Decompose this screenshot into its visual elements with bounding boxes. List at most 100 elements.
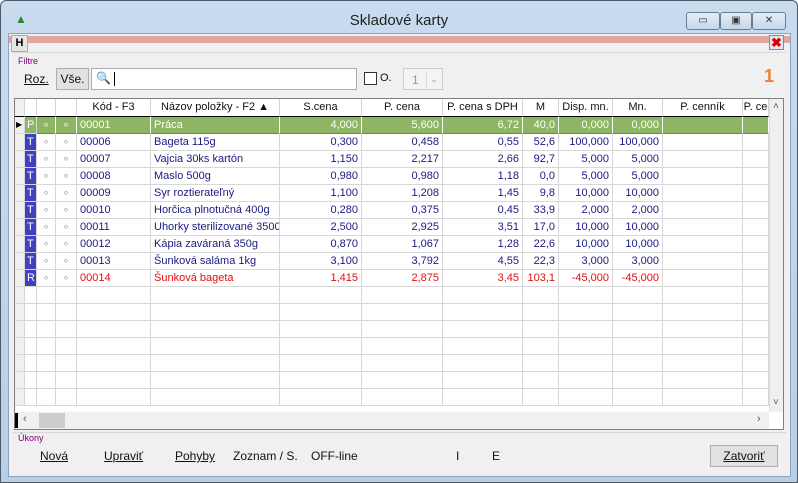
cell-p-ce[interactable] (743, 270, 769, 287)
bullet-icon[interactable]: ∘ (56, 236, 77, 253)
row-selector[interactable] (15, 219, 25, 236)
cell-mn[interactable]: 10,000 (613, 236, 663, 253)
cell-disp-mn[interactable]: 2,000 (559, 202, 613, 219)
bullet-icon[interactable]: ∘ (37, 168, 56, 185)
cell-p-cennik[interactable] (663, 202, 743, 219)
cell-code[interactable]: 00006 (77, 134, 151, 151)
vertical-scrollbar[interactable]: ˄ ˅ (769, 99, 783, 412)
row-selector[interactable]: ▶ (15, 117, 25, 134)
checkmark-icon[interactable] (56, 99, 77, 117)
cell-code[interactable]: 00011 (77, 219, 151, 236)
bullet-icon[interactable]: ∘ (56, 185, 77, 202)
cell-code[interactable]: 00010 (77, 202, 151, 219)
cell-type[interactable]: T (25, 151, 37, 168)
cell-code[interactable]: 00007 (77, 151, 151, 168)
bullet-icon[interactable]: ∘ (37, 185, 56, 202)
cell-type[interactable]: T (25, 219, 37, 236)
cell-p-cena[interactable]: 2,875 (362, 270, 443, 287)
cell-p-ce[interactable] (743, 219, 769, 236)
cell-p-ce[interactable] (743, 151, 769, 168)
scroll-left-icon[interactable]: ‹ (23, 413, 27, 425)
bullet-icon[interactable]: ∘ (37, 219, 56, 236)
column-header-margin[interactable]: M (523, 99, 559, 117)
column-header-s-cena[interactable]: S.cena (280, 99, 362, 117)
cell-name[interactable]: Šunková saláma 1kg (151, 253, 280, 270)
upravit-button[interactable]: Upraviť (104, 449, 143, 463)
cell-mn[interactable]: 5,000 (613, 151, 663, 168)
cell-p-cena-dph[interactable]: 0,45 (443, 202, 523, 219)
cell-type[interactable]: T (25, 202, 37, 219)
row-selector[interactable] (15, 304, 25, 321)
horizontal-scrollbar[interactable]: ‹ › (15, 412, 769, 429)
cell-p-cena[interactable]: 1,208 (362, 185, 443, 202)
i-button[interactable]: I (456, 449, 459, 463)
bullet-icon[interactable]: ∘ (37, 151, 56, 168)
cell-code[interactable]: 00008 (77, 168, 151, 185)
row-selector[interactable] (15, 151, 25, 168)
cell-p-ce[interactable] (743, 185, 769, 202)
bullet-icon[interactable]: ∘ (37, 134, 56, 151)
row-selector[interactable] (15, 202, 25, 219)
bullet-icon[interactable]: ∘ (56, 168, 77, 185)
cell-p-ce[interactable] (743, 117, 769, 134)
row-selector[interactable] (15, 287, 25, 304)
bullet-icon[interactable]: ∘ (37, 270, 56, 287)
cell-type[interactable]: T (25, 253, 37, 270)
cell-p-cena[interactable]: 2,925 (362, 219, 443, 236)
scroll-right-icon[interactable]: › (757, 413, 761, 425)
cell-p-cennik[interactable] (663, 185, 743, 202)
cell-margin[interactable]: 22,6 (523, 236, 559, 253)
cell-type[interactable]: T (25, 185, 37, 202)
maximize-button[interactable]: ▣ (720, 12, 752, 30)
cell-name[interactable]: Horčica plnotučná 400g (151, 202, 280, 219)
cell-s-cena[interactable]: 1,100 (280, 185, 362, 202)
cell-p-cena-dph[interactable]: 4,55 (443, 253, 523, 270)
column-header-p-cena-dph[interactable]: P. cena s DPH (443, 99, 523, 117)
cell-p-cennik[interactable] (663, 151, 743, 168)
o-checkbox[interactable] (364, 72, 377, 85)
cell-p-cena[interactable]: 3,792 (362, 253, 443, 270)
cell-p-cennik[interactable] (663, 236, 743, 253)
cell-type[interactable]: R (25, 270, 37, 287)
bullet-icon[interactable]: ∘ (56, 253, 77, 270)
roz-button[interactable]: Roz. (24, 72, 49, 86)
cell-p-cena-dph[interactable]: 0,55 (443, 134, 523, 151)
cell-p-cennik[interactable] (663, 168, 743, 185)
cell-type[interactable]: T (25, 168, 37, 185)
cell-code[interactable]: 00014 (77, 270, 151, 287)
cell-p-cena-dph[interactable]: 1,28 (443, 236, 523, 253)
cell-p-cena-dph[interactable]: 2,66 (443, 151, 523, 168)
cell-margin[interactable]: 52,6 (523, 134, 559, 151)
cell-s-cena[interactable]: 2,500 (280, 219, 362, 236)
cell-s-cena[interactable]: 0,280 (280, 202, 362, 219)
cell-s-cena[interactable]: 3,100 (280, 253, 362, 270)
cell-margin[interactable]: 40,0 (523, 117, 559, 134)
cell-code[interactable]: 00012 (77, 236, 151, 253)
cell-p-ce[interactable] (743, 168, 769, 185)
pohyby-button[interactable]: Pohyby (175, 449, 215, 463)
cell-p-cena-dph[interactable]: 3,45 (443, 270, 523, 287)
row-selector[interactable] (15, 134, 25, 151)
cell-name[interactable]: Syr roztierateľný (151, 185, 280, 202)
cell-code[interactable]: 00009 (77, 185, 151, 202)
cell-s-cena[interactable]: 0,980 (280, 168, 362, 185)
cell-margin[interactable]: 0,0 (523, 168, 559, 185)
cell-p-ce[interactable] (743, 253, 769, 270)
cell-p-cena[interactable]: 0,980 (362, 168, 443, 185)
cell-mn[interactable]: -45,000 (613, 270, 663, 287)
h-button[interactable]: H (11, 35, 28, 52)
cell-p-cennik[interactable] (663, 134, 743, 151)
column-header-disp-mn[interactable]: Disp. mn. (559, 99, 613, 117)
cell-mn[interactable]: 10,000 (613, 185, 663, 202)
bullet-icon[interactable]: ∘ (37, 236, 56, 253)
column-header-mn[interactable]: Mn. (613, 99, 663, 117)
cell-disp-mn[interactable]: -45,000 (559, 270, 613, 287)
cell-p-ce[interactable] (743, 134, 769, 151)
row-selector[interactable] (15, 185, 25, 202)
column-header-p-cena[interactable]: P. cena (362, 99, 443, 117)
column-header-row-header[interactable] (15, 99, 25, 117)
e-button[interactable]: E (492, 449, 500, 463)
close-window-button[interactable]: ✕ (752, 12, 786, 30)
cell-name[interactable]: Šunková bageta (151, 270, 280, 287)
scroll-up-icon[interactable]: ˄ (773, 101, 779, 112)
